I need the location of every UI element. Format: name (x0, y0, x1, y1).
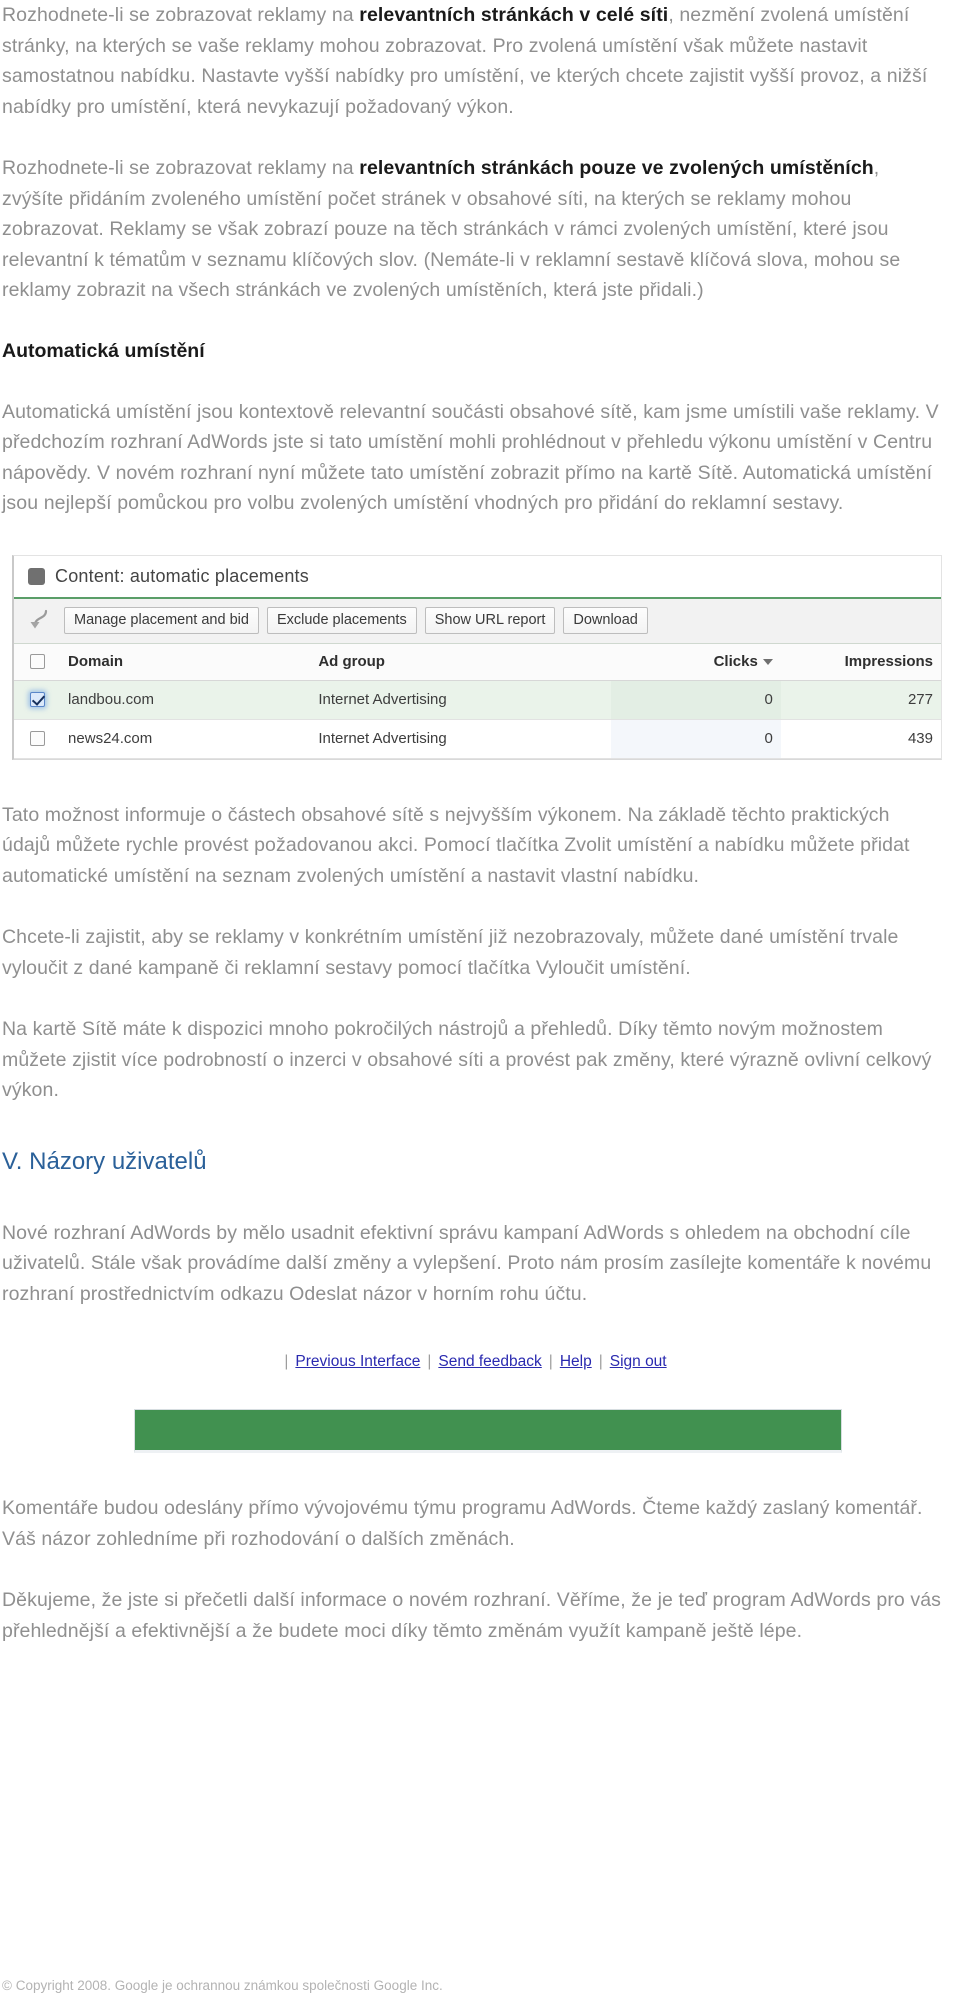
table-head: Domain Ad group Clicks Impressions (14, 643, 941, 681)
cell-impressions: 277 (780, 680, 941, 720)
manage-placement-and-bid-button[interactable]: Manage placement and bid (64, 606, 259, 634)
paragraph-1-pre: Rozhodnete-li se zobrazovat reklamy na (2, 4, 360, 26)
table-row[interactable]: landbou.com Internet Advertising 0 277 (14, 680, 941, 720)
row-select-cell[interactable] (14, 719, 61, 759)
row-checkbox-checked[interactable] (29, 692, 45, 708)
cell-ad-group: Internet Advertising (310, 719, 611, 759)
paragraph-6: Na kartě Sítě máte k dispozici mnoho pok… (2, 1018, 932, 1101)
panel-title: Content: automatic placements (55, 565, 309, 586)
help-link[interactable]: Help (560, 1353, 592, 1371)
column-header-clicks[interactable]: Clicks (610, 643, 781, 681)
select-all-header[interactable] (14, 643, 61, 681)
select-all-checkbox[interactable] (29, 654, 45, 670)
paragraph-1: Rozhodnete-li se zobrazovat reklamy na r… (2, 0, 942, 122)
cell-clicks: 0 (610, 719, 781, 759)
paragraph-2-emphasis: relevantních stránkách pouze ve zvolenýc… (359, 157, 874, 179)
curved-back-arrow-icon (28, 608, 50, 632)
exclude-placements-button[interactable]: Exclude placements (266, 606, 417, 634)
cell-impressions: 439 (780, 719, 941, 759)
document-body-lower: Tato možnost informuje o částech obsahov… (0, 760, 960, 1647)
account-links-bar: | Previous Interface | Send feedback | H… (2, 1353, 942, 1371)
row-checkbox[interactable] (29, 731, 45, 747)
link-separator: | (548, 1353, 553, 1370)
column-header-clicks-label: Clicks (713, 652, 758, 670)
show-url-report-button[interactable]: Show URL report (424, 606, 556, 634)
heading-automaticka-umisteni: Automatická umístění (2, 339, 205, 362)
row-select-cell[interactable] (14, 680, 61, 720)
paragraph-8: Komentáře budou odeslány přímo vývojovém… (2, 1497, 923, 1550)
table-body: landbou.com Internet Advertising 0 277 n… (14, 680, 941, 759)
download-button[interactable]: Download (563, 606, 648, 634)
link-separator: | (427, 1353, 432, 1370)
link-separator: | (598, 1353, 603, 1370)
link-separator: | (284, 1353, 289, 1370)
panel-title-bar: Content: automatic placements (14, 555, 941, 599)
gray-square-icon (28, 567, 45, 585)
table-row[interactable]: news24.com Internet Advertising 0 439 (14, 719, 941, 759)
cell-clicks: 0 (610, 680, 781, 720)
placements-table: Domain Ad group Clicks Impressions landb… (14, 643, 941, 759)
column-header-domain[interactable]: Domain (60, 643, 311, 681)
send-feedback-link[interactable]: Send feedback (438, 1353, 541, 1371)
green-banner (134, 1409, 842, 1453)
paragraph-9: Děkujeme, že jste si přečetli další info… (2, 1589, 942, 1642)
column-header-impressions[interactable]: Impressions (780, 643, 941, 681)
cell-ad-group: Internet Advertising (310, 680, 611, 720)
sign-out-link[interactable]: Sign out (610, 1353, 667, 1371)
footer-copyright: © Copyright 2008. Google je ochrannou zn… (2, 1978, 443, 1993)
paragraph-2: Rozhodnete-li se zobrazovat reklamy na r… (2, 153, 942, 306)
green-banner-wrapper (2, 1409, 942, 1453)
table-header-row: Domain Ad group Clicks Impressions (14, 643, 941, 681)
previous-interface-link[interactable]: Previous Interface (295, 1353, 420, 1371)
sort-descending-caret-icon (762, 658, 773, 665)
paragraph-4: Tato možnost informuje o částech obsahov… (2, 803, 910, 887)
paragraph-7: Nové rozhraní AdWords by mělo usadnit ef… (2, 1221, 932, 1305)
placements-toolbar: Manage placement and bid Exclude placeme… (14, 598, 941, 644)
paragraph-5: Chcete-li zajistit, aby se reklamy v kon… (2, 926, 899, 979)
cell-domain: landbou.com (60, 680, 311, 720)
paragraph-2-pre: Rozhodnete-li se zobrazovat reklamy na (2, 157, 360, 179)
paragraph-3: Automatická umístění jsou kontextově rel… (2, 400, 939, 515)
adwords-placements-screenshot: Content: automatic placements Manage pla… (12, 554, 942, 760)
column-header-ad-group[interactable]: Ad group (310, 643, 611, 681)
document-page: Rozhodnete-li se zobrazovat reklamy na r… (0, 0, 960, 2015)
cell-domain: news24.com (60, 719, 311, 759)
heading-section-v: V. Názory uživatelů (2, 1147, 207, 1175)
paragraph-1-emphasis: relevantních stránkách v celé síti (359, 4, 669, 26)
document-body: Rozhodnete-li se zobrazovat reklamy na r… (0, 0, 960, 519)
